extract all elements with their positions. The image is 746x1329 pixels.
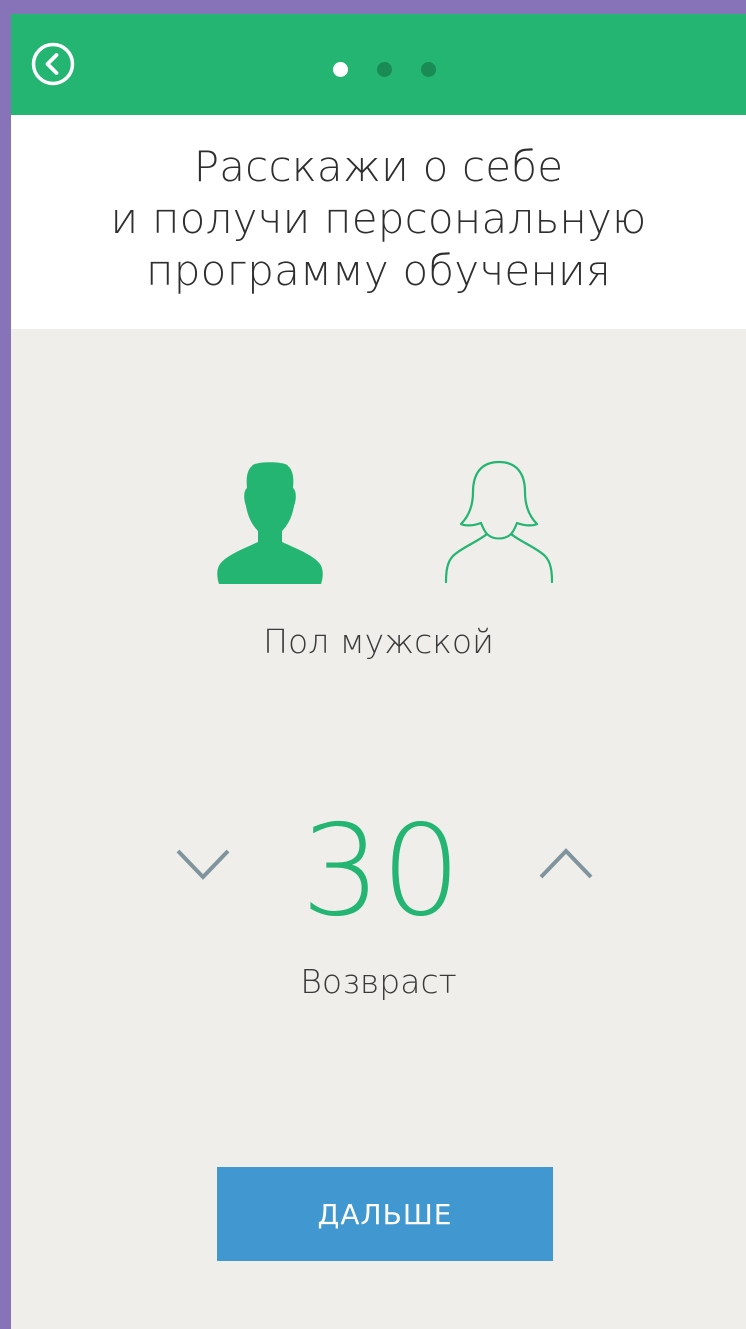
step-indicator	[333, 62, 465, 77]
age-increase-button[interactable]	[538, 845, 594, 881]
title-line-1: Расскажи о себе	[193, 142, 564, 191]
female-avatar-icon	[444, 460, 554, 584]
gender-female-option[interactable]	[443, 460, 555, 584]
back-button[interactable]	[31, 42, 75, 86]
age-label: Возвраст	[300, 962, 457, 1001]
chevron-up-icon	[539, 848, 593, 879]
age-value: 30	[300, 797, 462, 944]
intro-header: Расскажи о себе и получи персональную пр…	[11, 115, 746, 329]
male-avatar-icon	[217, 462, 323, 584]
title-line-2: и получи персональную	[110, 194, 647, 243]
title-line-3: программу обучения	[146, 246, 611, 295]
step-dot-2	[377, 62, 392, 77]
step-dot-3	[421, 62, 436, 77]
app-screen: Расскажи о себе и получи персональную пр…	[11, 14, 746, 1329]
gender-label: Пол мужской	[263, 622, 494, 661]
step-dot-1	[333, 62, 348, 77]
top-bar	[11, 14, 746, 115]
gender-male-option[interactable]	[214, 460, 326, 584]
page-title: Расскажи о себе и получи персональную пр…	[11, 141, 746, 297]
age-decrease-button[interactable]	[175, 847, 231, 883]
chevron-down-icon	[176, 849, 230, 880]
next-button[interactable]: ДАЛЬШЕ	[217, 1167, 553, 1261]
back-circle-icon	[31, 42, 75, 86]
